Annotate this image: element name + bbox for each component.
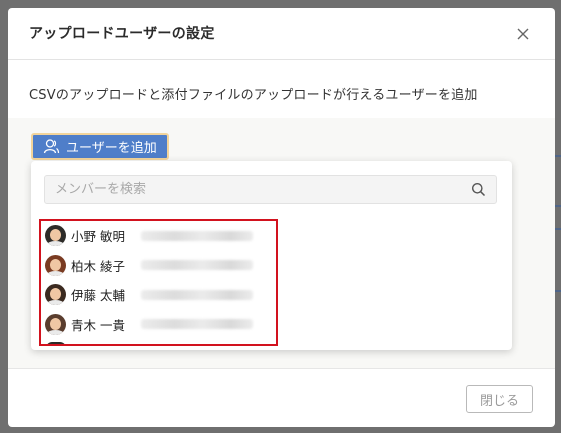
avatar bbox=[45, 313, 66, 335]
member-name: 伊藤 太輔 bbox=[71, 288, 125, 304]
member-list-item[interactable]: 柏木 綾子 bbox=[41, 251, 276, 281]
close-button[interactable] bbox=[513, 24, 533, 44]
backdrop-decoration bbox=[555, 155, 561, 157]
backdrop-decoration bbox=[555, 205, 561, 207]
member-list-item[interactable]: 伊藤 太輔 bbox=[41, 280, 276, 310]
upload-user-settings-dialog: アップロードユーザーの設定 CSVのアップロードと添付ファイルのアップロードが行… bbox=[8, 8, 555, 427]
member-email-blurred bbox=[141, 230, 253, 241]
user-add-icon bbox=[43, 139, 60, 154]
dialog-description: CSVのアップロードと添付ファイルのアップロードが行えるユーザーを追加 bbox=[29, 88, 478, 103]
backdrop-decoration bbox=[555, 228, 561, 230]
member-list: 小野 敏明 柏木 綾子 伊藤 太輔 青木 一貴 bbox=[39, 219, 278, 346]
dialog-title: アップロードユーザーの設定 bbox=[29, 26, 215, 42]
avatar bbox=[45, 225, 66, 247]
member-name: 青木 一貴 bbox=[71, 317, 125, 333]
close-dialog-button[interactable]: 閉じる bbox=[466, 385, 533, 413]
member-dropdown: 小野 敏明 柏木 綾子 伊藤 太輔 青木 一貴 bbox=[31, 161, 512, 350]
add-user-label: ユーザーを追加 bbox=[66, 141, 157, 156]
avatar bbox=[45, 254, 66, 276]
member-name: 小野 敏明 bbox=[71, 229, 125, 245]
member-search bbox=[44, 175, 497, 204]
search-icon[interactable] bbox=[471, 182, 486, 197]
member-name: 柏木 綾子 bbox=[71, 258, 125, 274]
member-email-blurred bbox=[141, 319, 253, 330]
partial-avatar bbox=[46, 342, 66, 344]
member-list-item[interactable]: 小野 敏明 bbox=[41, 221, 276, 251]
dialog-footer: 閉じる bbox=[8, 368, 555, 427]
avatar bbox=[45, 284, 66, 306]
member-email-blurred bbox=[141, 260, 253, 271]
member-email-blurred bbox=[141, 289, 253, 300]
close-icon bbox=[517, 28, 529, 40]
add-user-button[interactable]: ユーザーを追加 bbox=[31, 133, 169, 160]
backdrop-decoration bbox=[555, 290, 561, 292]
member-list-item[interactable]: 青木 一貴 bbox=[41, 310, 276, 340]
member-search-input[interactable] bbox=[45, 176, 465, 203]
dialog-header: アップロードユーザーの設定 bbox=[8, 8, 555, 60]
